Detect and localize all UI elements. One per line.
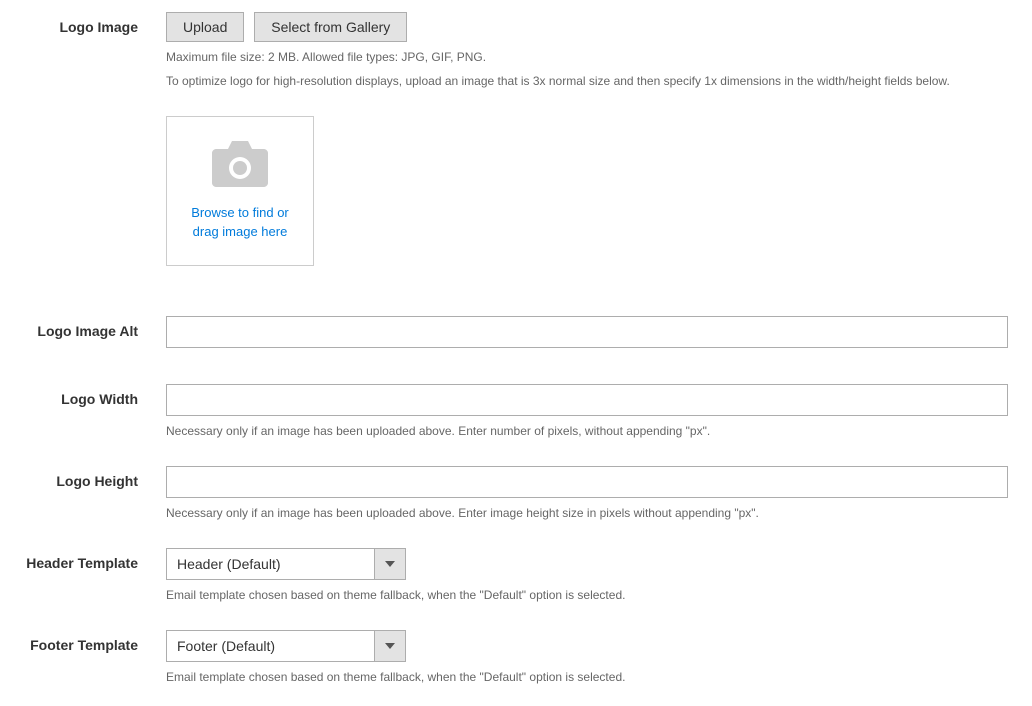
footer-template-help: Email template chosen based on theme fal… bbox=[166, 668, 1008, 686]
logo-width-input[interactable] bbox=[166, 384, 1008, 416]
header-template-help: Email template chosen based on theme fal… bbox=[166, 586, 1008, 604]
select-from-gallery-button[interactable]: Select from Gallery bbox=[254, 12, 407, 42]
camera-icon bbox=[212, 141, 268, 204]
footer-template-arrow[interactable] bbox=[374, 630, 406, 662]
upload-button[interactable]: Upload bbox=[166, 12, 244, 42]
logo-width-help: Necessary only if an image has been uplo… bbox=[166, 422, 1008, 440]
logo-image-help-optimize: To optimize logo for high-resolution dis… bbox=[166, 72, 1008, 90]
logo-width-label: Logo Width bbox=[0, 384, 166, 407]
header-template-select[interactable]: Header (Default) bbox=[166, 548, 406, 580]
logo-image-dropzone[interactable]: Browse to find or drag image here bbox=[166, 116, 314, 266]
footer-template-label: Footer Template bbox=[0, 630, 166, 653]
chevron-down-icon bbox=[385, 643, 395, 649]
header-template-arrow[interactable] bbox=[374, 548, 406, 580]
chevron-down-icon bbox=[385, 561, 395, 567]
logo-height-help: Necessary only if an image has been uplo… bbox=[166, 504, 1008, 522]
footer-template-select[interactable]: Footer (Default) bbox=[166, 630, 406, 662]
logo-image-help-filesize: Maximum file size: 2 MB. Allowed file ty… bbox=[166, 48, 1008, 66]
footer-template-selected: Footer (Default) bbox=[166, 630, 374, 662]
logo-image-label: Logo Image bbox=[0, 12, 166, 35]
header-template-label: Header Template bbox=[0, 548, 166, 571]
header-template-selected: Header (Default) bbox=[166, 548, 374, 580]
logo-image-alt-input[interactable] bbox=[166, 316, 1008, 348]
logo-height-input[interactable] bbox=[166, 466, 1008, 498]
logo-height-label: Logo Height bbox=[0, 466, 166, 489]
logo-image-alt-label: Logo Image Alt bbox=[0, 316, 166, 339]
dropzone-text: Browse to find or drag image here bbox=[177, 204, 303, 240]
